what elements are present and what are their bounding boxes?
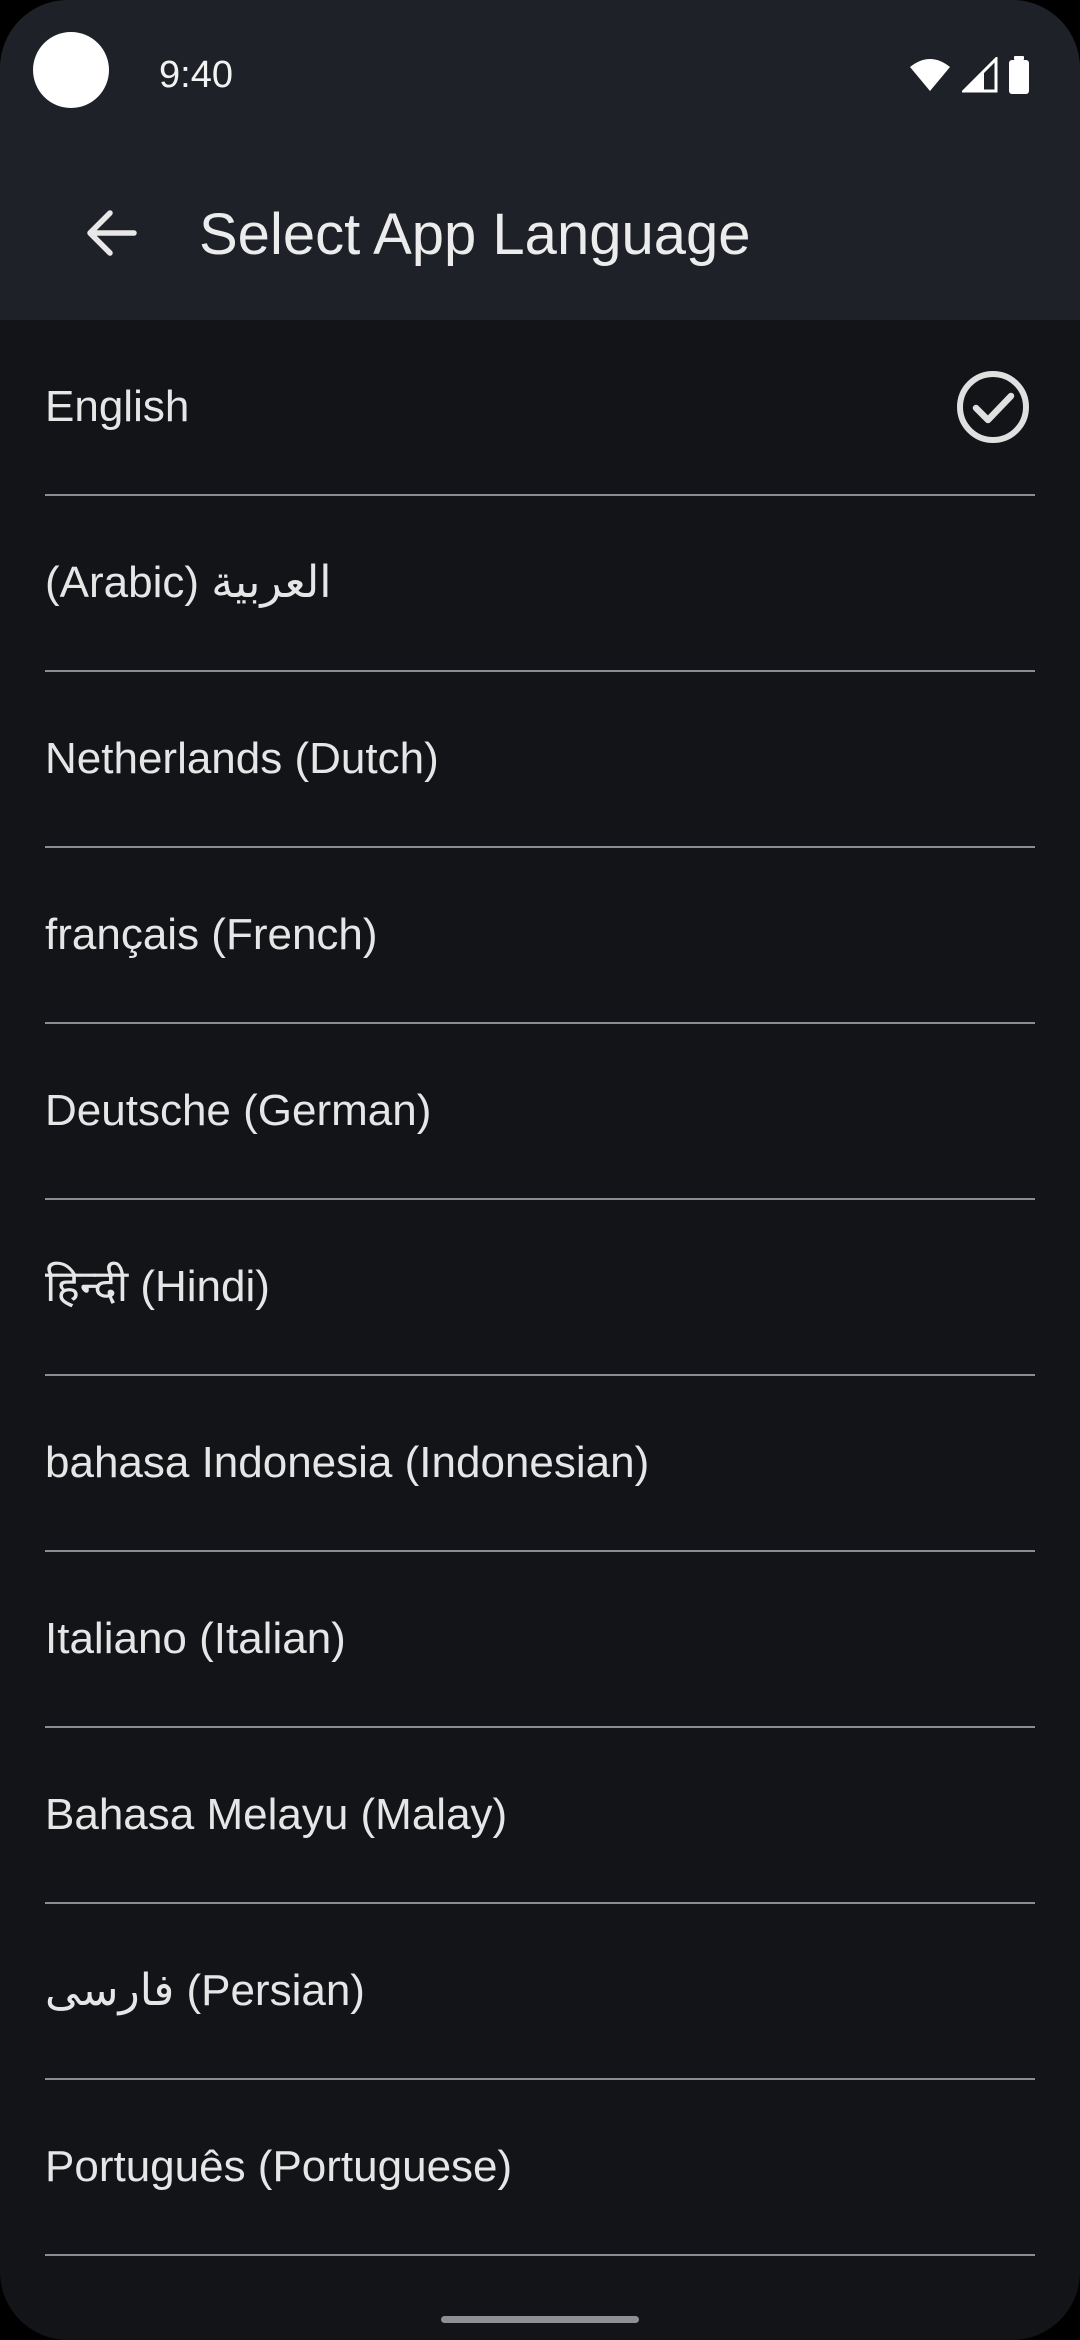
battery-icon bbox=[1008, 56, 1030, 94]
wifi-icon bbox=[908, 57, 952, 93]
language-item-arabic[interactable]: (Arabic) العربية bbox=[45, 496, 1035, 672]
language-item-portuguese[interactable]: Português (Portuguese) bbox=[45, 2080, 1035, 2256]
language-label: Bahasa Melayu (Malay) bbox=[45, 1790, 508, 1839]
language-label: हिन्दी (Hindi) bbox=[45, 1262, 270, 1311]
check-circle-icon bbox=[955, 369, 1031, 445]
language-item-italian[interactable]: Italiano (Italian) bbox=[45, 1552, 1035, 1728]
status-bar: 9:40 bbox=[0, 0, 1080, 150]
language-label: (Arabic) العربية bbox=[45, 558, 332, 607]
language-item-dutch[interactable]: Netherlands (Dutch) bbox=[45, 672, 1035, 848]
language-label: Italiano (Italian) bbox=[45, 1614, 346, 1663]
language-label: فارسی (Persian) bbox=[45, 1966, 365, 2015]
language-label: Português (Portuguese) bbox=[45, 2142, 513, 2191]
page-title: Select App Language bbox=[199, 202, 751, 267]
language-item-french[interactable]: français (French) bbox=[45, 848, 1035, 1024]
language-item-indonesian[interactable]: bahasa Indonesia (Indonesian) bbox=[45, 1376, 1035, 1552]
language-item-english[interactable]: English bbox=[45, 320, 1035, 496]
cell-signal-icon bbox=[962, 57, 998, 93]
language-label: English bbox=[45, 382, 190, 431]
language-label: Deutsche (German) bbox=[45, 1086, 432, 1135]
language-label: Netherlands (Dutch) bbox=[45, 734, 439, 783]
language-label: bahasa Indonesia (Indonesian) bbox=[45, 1438, 650, 1487]
status-icons bbox=[908, 52, 1030, 98]
camera-cutout bbox=[33, 32, 109, 108]
status-time: 9:40 bbox=[159, 54, 233, 96]
gesture-nav-handle[interactable] bbox=[441, 2316, 639, 2323]
language-item-hindi[interactable]: हिन्दी (Hindi) bbox=[45, 1200, 1035, 1376]
back-button[interactable] bbox=[62, 185, 162, 285]
language-item-persian[interactable]: فارسی (Persian) bbox=[45, 1904, 1035, 2080]
app-bar: Select App Language bbox=[0, 150, 1080, 320]
language-list: English (Arabic) العربية Netherlands (Du… bbox=[0, 320, 1080, 2256]
language-item-german[interactable]: Deutsche (German) bbox=[45, 1024, 1035, 1200]
language-item-malay[interactable]: Bahasa Melayu (Malay) bbox=[45, 1728, 1035, 1904]
language-label: français (French) bbox=[45, 910, 378, 959]
screen: 9:40 Select App Language English (Arabic… bbox=[0, 0, 1080, 2340]
arrow-left-icon bbox=[86, 209, 138, 262]
